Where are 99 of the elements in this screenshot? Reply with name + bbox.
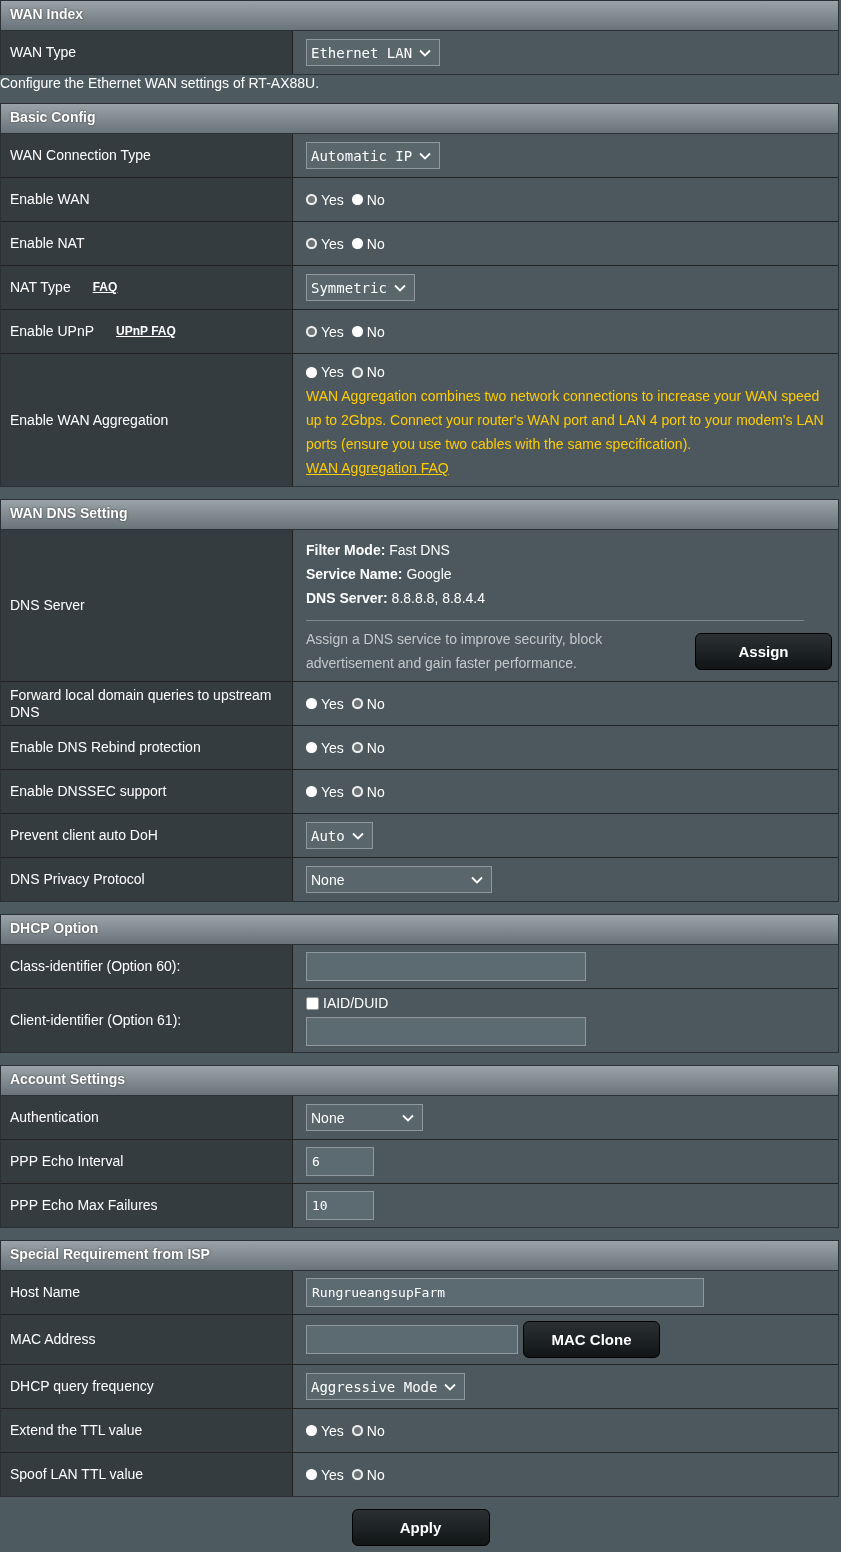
option-label: No [366, 364, 385, 380]
field-label: Client-identifier (Option 61): [10, 1012, 182, 1029]
section-header: Basic Config [1, 103, 838, 134]
checkbox[interactable] [306, 996, 319, 1010]
mac-clone-button[interactable]: MAC Clone [523, 1321, 660, 1358]
dropdown[interactable]: None [306, 1104, 423, 1131]
field-label: Authentication [10, 1109, 99, 1126]
input-field[interactable] [306, 1017, 586, 1046]
field-label: Spoof LAN TTL value [10, 1466, 144, 1483]
radio-button[interactable] [351, 1425, 363, 1436]
section-header: WAN Index [1, 0, 838, 31]
faq-link[interactable]: UPnP FAQ [116, 323, 176, 340]
input-field[interactable]: RungrueangsupFarm [306, 1278, 704, 1307]
section-header: WAN DNS Setting [1, 499, 838, 530]
radio-button[interactable] [306, 194, 317, 205]
chevron-icon [402, 1113, 414, 1122]
dropdown[interactable]: Aggressive Mode [306, 1373, 466, 1400]
radio-button[interactable] [351, 194, 363, 205]
field-label: MAC Address [10, 1331, 96, 1348]
option-label: Yes [321, 695, 344, 712]
radio-button[interactable] [306, 698, 317, 709]
option-label: No [366, 783, 385, 800]
option-label: Yes [321, 739, 344, 756]
field-label: PPP Echo Interval [10, 1153, 124, 1170]
section-header: Account Settings [1, 1065, 838, 1096]
aggregation-note: WAN Aggregation combines two network connections to increase your WAN speed up to 2Gbps. Connect your router's WAN port and LAN 4 port to your modem's LAN ports (ensure you use two cables with the same specification). WAN Aggregation FAQ [306, 387, 825, 478]
dropdown[interactable]: Ethernet LAN [306, 39, 441, 66]
section-header: Special Requirement from ISP [1, 1240, 838, 1271]
radio-button[interactable] [306, 326, 317, 337]
radio-button[interactable] [351, 1469, 363, 1480]
option-label: No [366, 1422, 385, 1439]
chevron-icon [419, 48, 432, 57]
option-label: No [366, 739, 385, 756]
option-label: Yes [321, 364, 344, 380]
field-label: DNS Server [10, 597, 85, 614]
field-label: Class-identifier (Option 60): [10, 958, 181, 975]
radio-button[interactable] [351, 742, 363, 753]
radio-button[interactable] [306, 786, 317, 797]
field-label: WAN Connection Type [10, 147, 151, 164]
field-label: Prevent client auto DoH [10, 827, 158, 844]
faq-link[interactable]: FAQ [92, 279, 118, 296]
radio-button[interactable] [306, 742, 317, 753]
option-label: Yes [321, 783, 344, 800]
field-label: DHCP query frequency [10, 1378, 154, 1395]
assign-button[interactable]: Assign [695, 632, 832, 670]
dropdown[interactable]: None [306, 866, 492, 893]
radio-button[interactable] [351, 786, 363, 797]
field-label: Enable DNSSEC support [10, 783, 167, 800]
field-label: NAT Type [10, 279, 71, 296]
input-field[interactable]: 10 [306, 1191, 374, 1220]
field-label: Extend the TTL value [10, 1422, 143, 1439]
radio-button[interactable] [306, 366, 317, 378]
field-label: Enable DNS Rebind protection [10, 739, 201, 756]
option-label: Yes [321, 1422, 344, 1439]
radio-button[interactable] [306, 238, 317, 249]
dropdown[interactable]: Auto [306, 822, 373, 849]
option-label: Yes [321, 235, 344, 252]
section-header: DHCP Option [1, 914, 838, 945]
radio-button[interactable] [306, 1469, 317, 1480]
option-label: No [366, 695, 385, 712]
input-field[interactable]: 6 [306, 1147, 374, 1176]
radio-button[interactable] [306, 1425, 317, 1436]
field-label: Enable NAT [10, 235, 85, 252]
description-text: Configure the Ethernet WAN settings of RT-AX88U. [0, 75, 321, 91]
option-label: No [366, 235, 385, 252]
input-field[interactable] [306, 1325, 518, 1354]
radio-button[interactable] [351, 698, 363, 709]
option-label: Yes [321, 323, 344, 340]
chevron-icon [419, 151, 432, 160]
field-label: Host Name [10, 1284, 81, 1301]
dns-info-text: Service Name: Google [306, 565, 453, 584]
dns-info-text: Filter Mode: Fast DNS [306, 541, 451, 560]
radio-button[interactable] [351, 326, 363, 337]
checkbox-label: IAID/DUID [323, 995, 389, 1011]
option-label: No [366, 323, 385, 340]
option-label: No [366, 1466, 385, 1483]
field-label: DNS Privacy Protocol [10, 871, 145, 888]
hint-text: Assign a DNS service to improve security, block advertisement and gain faster performance. [306, 630, 604, 673]
radio-button[interactable] [351, 238, 363, 249]
option-label: Yes [321, 191, 344, 208]
field-label: Enable UPnP [10, 323, 95, 340]
dropdown[interactable]: Automatic IP [306, 142, 441, 169]
dropdown[interactable]: Symmetric [306, 274, 415, 301]
dns-info-text: DNS Server: 8.8.8.8, 8.8.4.4 [306, 589, 486, 608]
field-label: Enable WAN [10, 191, 90, 208]
chevron-icon [393, 283, 406, 292]
radio-button[interactable] [351, 366, 363, 378]
field-label: Enable WAN Aggregation [10, 411, 169, 429]
field-label: WAN Type [10, 44, 77, 61]
faq-link[interactable]: WAN Aggregation FAQ [306, 460, 449, 476]
option-label: Yes [321, 1466, 344, 1483]
option-label: No [366, 191, 385, 208]
input-field[interactable] [306, 952, 586, 981]
field-label: Forward local domain queries to upstream DNS [10, 686, 273, 721]
field-label: PPP Echo Max Failures [10, 1197, 158, 1214]
chevron-icon [471, 875, 483, 884]
chevron-icon [351, 831, 364, 840]
apply-button[interactable]: Apply [351, 1509, 490, 1546]
chevron-icon [444, 1382, 457, 1391]
